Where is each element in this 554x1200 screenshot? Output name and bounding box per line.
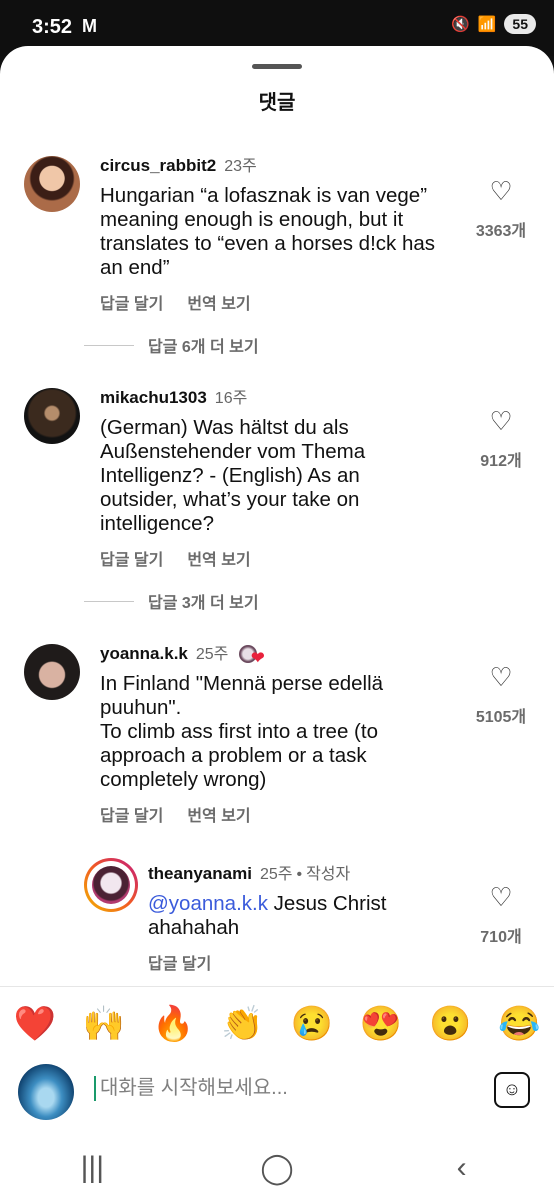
translate-button[interactable]: 번역 보기 [187,546,250,570]
divider [0,986,554,987]
wifi-icon: 📶 [477,16,497,33]
comment-username[interactable]: mikachu1303 16주 [100,384,247,408]
reply-button[interactable]: 답글 달기 [148,950,211,974]
emoji-surprised[interactable]: 😮 [425,1004,475,1044]
mute-icon: 🔇 [451,16,470,33]
like-count: 3363개 [475,223,527,240]
reply-button[interactable]: 답글 달기 [100,546,163,570]
emoji-fire[interactable]: 🔥 [148,1004,198,1044]
comment-time: 23주 [224,158,257,175]
comment-username[interactable]: circus_rabbit2 23주 [100,152,257,176]
home-icon[interactable]: ◯ [247,1151,307,1186]
heart-icon[interactable]: ♡ [466,406,536,437]
view-more-replies[interactable]: 답글 6개 더 보기 [84,333,259,357]
battery-icon: 55 [504,14,536,34]
reply-text: @yoanna.k.k Jesus Christ ahahahah [148,892,478,940]
like-count: 710개 [480,929,522,946]
like-block: ♡ 710개 [466,882,536,947]
like-count: 912개 [480,453,522,470]
like-block: ♡ 912개 [466,406,536,471]
gmail-icon: M [82,16,97,36]
system-nav-bar: ||| ◯ ‹ [0,1136,554,1200]
heart-icon[interactable]: ♡ [466,176,536,207]
view-more-replies[interactable]: 답글 3개 더 보기 [84,589,259,613]
mention-link[interactable]: @yoanna.k.k [148,892,268,915]
avatar[interactable] [24,156,80,212]
liked-by-author-badge: ❤ [239,644,269,667]
recents-icon[interactable]: ||| [62,1151,122,1185]
comment-actions: 답글 달기 번역 보기 [100,290,251,314]
comment-time: 16주 [214,390,248,407]
comment-actions: 답글 달기 번역 보기 [100,546,251,570]
comment-username[interactable]: yoanna.k.k 25주 ❤ [100,640,269,667]
sticker-icon[interactable]: ☺ [494,1072,530,1108]
comment-text: (German) Was hältst du als Außenstehende… [100,416,366,535]
emoji-laughing[interactable]: 😂 [494,1004,544,1044]
translate-button[interactable]: 번역 보기 [187,290,250,314]
divider-line [84,344,134,346]
reply-actions: 답글 달기 [148,950,211,974]
emoji-heart[interactable]: ❤️ [10,1004,60,1044]
drag-handle[interactable] [252,64,302,69]
heart-icon[interactable]: ♡ [466,882,536,913]
sheet-title: 댓글 [258,92,296,114]
avatar[interactable] [24,388,80,444]
divider-line [84,600,134,602]
comments-sheet: 댓글 circus_rabbit2 23주 Hungarian “a lofasz… [0,46,554,1200]
avatar[interactable] [24,644,80,700]
like-block: ♡ 5105개 [466,662,536,727]
reply-time: 25주 [259,866,293,883]
current-user-avatar [18,1064,74,1120]
comment-actions: 답글 달기 번역 보기 [100,802,251,826]
reply-button[interactable]: 답글 달기 [100,802,163,826]
avatar[interactable] [84,858,138,912]
comment-time: 25주 [195,646,229,663]
translate-button[interactable]: 번역 보기 [187,802,250,826]
separator-dot: • [296,866,303,883]
reply-button[interactable]: 답글 달기 [100,290,163,314]
view-more-replies-label[interactable]: 답글 6개 더 보기 [148,333,259,357]
like-count: 5105개 [475,709,527,726]
emoji-heart-eyes[interactable]: 😍 [356,1004,406,1044]
heart-filled-icon: ❤ [251,649,265,667]
author-label: 작성자 [306,866,351,883]
comment-composer: ☺ [0,1058,554,1128]
comment-input[interactable] [94,1076,482,1101]
comment-text: In Finland "Mennä perse edellä puuhun". … [100,672,384,791]
like-block: ♡ 3363개 [466,176,536,241]
status-time: 3:52 [32,16,73,38]
emoji-clap[interactable]: 👏 [217,1004,267,1044]
emoji-crying[interactable]: 😢 [287,1004,337,1044]
reply-username[interactable]: theanyanami 25주 • 작성자 [148,860,350,884]
emoji-raised-hands[interactable]: 🙌 [79,1004,129,1044]
view-more-replies-label[interactable]: 답글 3개 더 보기 [148,589,259,613]
comment-text: Hungarian “a lofasznak is van vege” mean… [100,184,436,279]
back-icon[interactable]: ‹ [432,1151,492,1185]
status-icons: 🔇 📶 55 [451,14,536,34]
heart-icon[interactable]: ♡ [466,662,536,693]
emoji-bar: ❤️ 🙌 🔥 👏 😢 😍 😮 😂 [0,1004,554,1044]
